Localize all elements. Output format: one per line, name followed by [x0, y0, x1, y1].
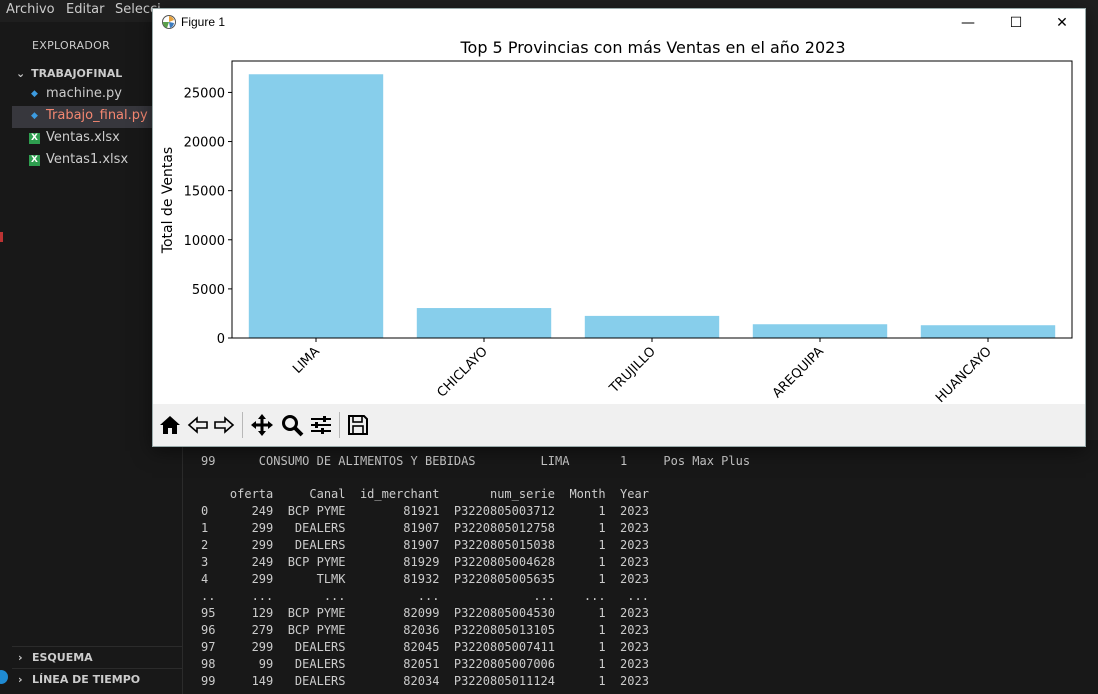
y-tick-label: 15000	[184, 185, 225, 200]
back-icon[interactable]	[185, 412, 211, 438]
chart-title: Top 5 Provincias con más Ventas en el añ…	[459, 38, 845, 57]
terminal-line: 96 279 BCP PYME 82036 P3220805013105 1 2…	[201, 623, 649, 637]
figure-toolbar	[153, 404, 1085, 446]
home-icon[interactable]	[157, 412, 183, 438]
close-button[interactable]: ✕	[1039, 9, 1085, 37]
figure-titlebar[interactable]: Figure 1 — ☐ ✕	[153, 9, 1085, 37]
chevron-right-icon: ›	[18, 651, 23, 664]
terminal-line: 2 299 DEALERS 81907 P3220805015038 1 202…	[201, 538, 649, 552]
terminal-line: 97 299 DEALERS 82045 P3220805007411 1 20…	[201, 640, 649, 654]
figure-title: Figure 1	[181, 15, 226, 29]
bar-chart[interactable]: Top 5 Provincias con más Ventas en el añ…	[153, 37, 1085, 404]
terminal-line: 3 249 BCP PYME 81929 P3220805004628 1 20…	[201, 555, 649, 569]
bar-chiclayo	[416, 308, 552, 338]
toolbar-separator	[339, 412, 340, 438]
y-tick-label: 5000	[192, 283, 225, 298]
y-tick-label: 0	[217, 332, 225, 347]
terminal-line: 95 129 BCP PYME 82099 P3220805004530 1 2…	[201, 606, 649, 620]
matplotlib-icon	[162, 15, 176, 29]
file-name: Ventas.xlsx	[46, 130, 120, 145]
excel-icon: X	[29, 133, 40, 144]
bar-huancayo	[920, 325, 1056, 338]
terminal-panel[interactable]: 99 CONSUMO DE ALIMENTOS Y BEBIDAS LIMA 1…	[183, 440, 1098, 694]
bar-lima	[248, 74, 384, 339]
forward-icon[interactable]	[211, 412, 237, 438]
terminal-line: 98 99 DEALERS 82051 P3220805007006 1 202…	[201, 657, 649, 671]
x-tick-label: HUANCAYO	[933, 344, 995, 404]
file-name: machine.py	[46, 86, 122, 101]
toolbar-separator	[242, 412, 243, 438]
configure-icon[interactable]	[308, 412, 334, 438]
bar-arequipa	[752, 324, 888, 338]
minimize-button[interactable]: —	[945, 9, 991, 37]
explorer-title: EXPLORADOR	[32, 39, 111, 52]
terminal-line: oferta Canal id_merchant num_serie Month…	[201, 487, 649, 501]
activity-bar	[0, 22, 12, 694]
timeline-label: LÍNEA DE TIEMPO	[32, 673, 141, 686]
y-tick-label: 20000	[184, 136, 225, 151]
activity-indicator	[0, 232, 3, 242]
maximize-button[interactable]: ☐	[993, 9, 1039, 37]
timeline-section[interactable]: › LÍNEA DE TIEMPO	[12, 668, 182, 691]
y-tick-label: 10000	[184, 234, 225, 249]
terminal-line: 4 299 TLMK 81932 P3220805005635 1 2023	[201, 572, 649, 586]
chevron-right-icon: ›	[18, 673, 23, 686]
terminal-line: .. ... ... ... ... ... ...	[201, 589, 649, 603]
python-icon: ◆	[31, 111, 38, 121]
python-icon: ◆	[31, 89, 38, 99]
file-name: Trabajo_final.py	[46, 108, 148, 123]
y-tick-label: 25000	[184, 86, 225, 101]
folder-trabajofinal[interactable]: ⌄ TRABAJOFINAL	[16, 67, 122, 80]
figure-window[interactable]: Figure 1 — ☐ ✕ Top 5 Provincias con más …	[152, 8, 1086, 447]
menu-archivo[interactable]: Archivo	[6, 2, 55, 17]
terminal-line: 99 CONSUMO DE ALIMENTOS Y BEBIDAS LIMA 1…	[201, 454, 751, 468]
close-icon: ✕	[1056, 15, 1068, 31]
save-icon[interactable]	[345, 412, 371, 438]
excel-icon: X	[29, 155, 40, 166]
x-tick-label: CHICLAYO	[435, 344, 491, 400]
terminal-line: 99 149 DEALERS 82034 P3220805011124 1 20…	[201, 674, 649, 688]
x-tick-label: LIMA	[290, 344, 323, 377]
maximize-icon: ☐	[1009, 15, 1023, 31]
outline-label: ESQUEMA	[32, 651, 93, 664]
menu-editar[interactable]: Editar	[66, 2, 105, 17]
file-name: Ventas1.xlsx	[46, 152, 129, 167]
x-tick-label: AREQUIPA	[770, 344, 827, 401]
terminal-line: 0 249 BCP PYME 81921 P3220805003712 1 20…	[201, 504, 649, 518]
zoom-icon[interactable]	[279, 412, 305, 438]
outline-section[interactable]: › ESQUEMA	[12, 646, 182, 669]
editor-scrollbar[interactable]	[1086, 22, 1098, 442]
chevron-down-icon: ⌄	[16, 67, 26, 80]
pan-icon[interactable]	[249, 412, 275, 438]
folder-label: TRABAJOFINAL	[31, 67, 123, 80]
minimize-icon: —	[961, 15, 975, 31]
bar-trujillo	[584, 315, 720, 338]
terminal-line: 1 299 DEALERS 81907 P3220805012758 1 202…	[201, 521, 649, 535]
y-axis-label: Total de Ventas	[160, 147, 176, 254]
x-tick-label: TRUJILLO	[606, 344, 659, 397]
